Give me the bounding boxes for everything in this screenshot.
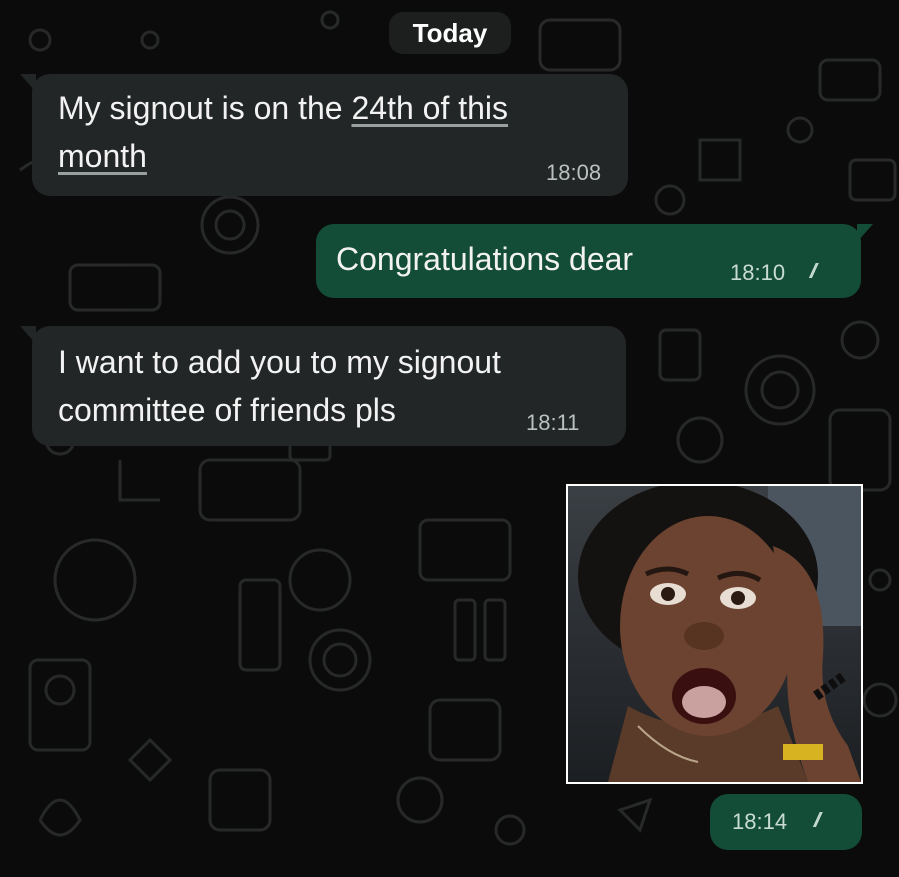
message-time: 18:14 [732, 809, 788, 834]
message-text-part: My signout is on the [58, 90, 352, 126]
image-message[interactable] [566, 484, 863, 784]
incoming-message-bubble[interactable]: My signout is on the 24th of this month … [20, 74, 628, 196]
message-text: My signout is on the 24th of this month [58, 84, 618, 180]
date-header: Today [389, 12, 511, 54]
date-link-continuation[interactable]: month [58, 138, 147, 174]
message-text: Congratulations dear [336, 241, 634, 277]
incoming-message-bubble[interactable]: I want to add you to my signout committe… [20, 326, 626, 446]
chat-area: Today My signout is on the 24th of this … [0, 0, 899, 877]
message-time: 18:10 [730, 260, 786, 285]
date-link[interactable]: 24th of this [351, 90, 508, 126]
message-time: 18:11 [526, 410, 580, 435]
bubble-tail [857, 224, 873, 242]
bubble-tail [20, 74, 36, 92]
bubble-tail [20, 326, 36, 344]
read-receipt-icon: // [810, 261, 817, 283]
outgoing-message-bubble[interactable]: Congratulations dear 18:10 // [316, 224, 873, 298]
message-line: I want to add you to my signout [58, 344, 501, 380]
message-line: committee of friends pls [58, 392, 396, 428]
photo-surprised-woman-icon [568, 486, 861, 782]
read-receipt-icon: // [814, 810, 821, 832]
image-timestamp-bubble: 18:14 // [710, 794, 862, 850]
message-time: 18:08 [546, 160, 602, 185]
